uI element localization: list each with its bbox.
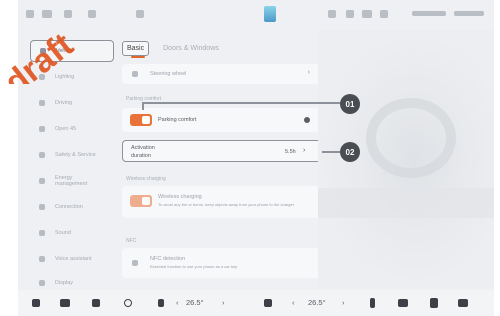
sidebar-item-safety[interactable]: Safety & Service [30, 144, 114, 166]
menu-icon[interactable] [26, 10, 34, 18]
sidebar-item-lighting[interactable]: Lighting [30, 66, 114, 88]
sidebar-item-label: Open 45 [55, 126, 77, 132]
chevron-right-icon: › [307, 69, 310, 76]
display-icon [39, 280, 45, 286]
media-icon[interactable] [398, 299, 408, 307]
steering-wheel-graphic [366, 98, 456, 178]
profile-icon[interactable] [64, 10, 72, 18]
microphone-icon [39, 256, 45, 262]
dashboard-graphic [318, 188, 494, 218]
temp-increase-right-icon[interactable]: › [342, 298, 345, 307]
activation-label-line2: duration [131, 153, 151, 159]
settings-tabs: Basic Doors & Windows [122, 38, 233, 58]
callout-02-line [322, 151, 340, 153]
activation-duration-label: Activation duration [131, 144, 155, 160]
car-icon[interactable] [60, 299, 70, 307]
sidebar-item-energy[interactable]: Energy management [30, 170, 114, 192]
bulb-icon [39, 74, 45, 80]
sidebar-item-label: Lighting [55, 74, 75, 80]
battery-icon [362, 10, 372, 18]
link-icon [39, 204, 45, 210]
app-logo-icon [264, 6, 276, 22]
signal-icon [42, 10, 52, 18]
temperature-right: 26.5° [308, 298, 326, 307]
phone-icon[interactable] [158, 299, 164, 307]
wireless-charging-label: Wireless charging [158, 194, 202, 200]
steering-icon [39, 100, 45, 106]
temperature-left: 26.5° [186, 298, 204, 307]
toggle-knob [142, 116, 150, 124]
pin-icon [39, 126, 45, 132]
apps-icon[interactable] [458, 299, 468, 307]
shield-icon [39, 152, 45, 158]
nfc-icon [132, 260, 138, 266]
info-icon[interactable] [304, 117, 310, 123]
clock-text-icon [454, 11, 484, 16]
tab-doors-windows[interactable]: Doors & Windows [159, 42, 223, 55]
wireless-section-title: Wireless charging [126, 176, 166, 182]
nfc-section-title: NFC [126, 238, 137, 244]
activation-label-line1: Activation [131, 145, 155, 151]
wireless-charging-toggle[interactable] [130, 195, 152, 207]
sidebar-item-label: Display [55, 280, 74, 286]
sidebar-item-label: Voice assistant [55, 256, 92, 262]
steering-wheel-row[interactable]: Steering wheel › [122, 64, 322, 84]
nfc-detection-row[interactable]: NFC detection Essential function to use … [122, 248, 322, 278]
wireless-charging-description: To avoid any fire or burns, keep objects… [158, 202, 295, 207]
energy-icon [39, 178, 45, 184]
parking-comfort-row: Parking comfort [122, 108, 322, 132]
chevron-right-icon: › [303, 147, 306, 154]
sidebar-item-label: Safety & Service [55, 152, 96, 158]
climate-icon[interactable] [124, 299, 132, 307]
notification-icon [346, 10, 354, 18]
car-settings-screen: Vehicle Lighting Driving Open 45 Safety … [18, 0, 494, 316]
callout-02-badge: 02 [340, 142, 360, 162]
sidebar-item-connection[interactable]: Connection [30, 196, 114, 218]
parking-comfort-toggle[interactable] [130, 114, 152, 126]
temp-decrease-left-icon[interactable]: ‹ [176, 298, 179, 307]
active-tab-indicator [131, 56, 145, 58]
sidebar-item-driving[interactable]: Driving [30, 92, 114, 114]
wifi-icon [88, 10, 96, 18]
bluetooth-icon [328, 10, 336, 18]
fan-icon[interactable] [264, 299, 272, 307]
music-icon[interactable] [430, 298, 438, 308]
callout-01-line [142, 102, 340, 104]
settings-content: Steering wheel › Parking comfort Parking… [122, 62, 322, 290]
temp-increase-left-icon[interactable]: › [222, 298, 225, 307]
nfc-detection-label: NFC detection [150, 256, 186, 262]
home-icon[interactable] [32, 299, 40, 307]
activation-duration-value: 5.5h [285, 149, 296, 155]
temp-decrease-right-icon[interactable]: ‹ [292, 298, 295, 307]
toggle-knob [142, 197, 150, 205]
sidebar-item-label: Vehicle [56, 48, 74, 54]
sidebar-item-voice[interactable]: Voice assistant [30, 248, 114, 270]
speaker-icon [39, 230, 45, 236]
settings-sidebar: Vehicle Lighting Driving Open 45 Safety … [18, 32, 124, 290]
parking-comfort-label: Parking comfort [158, 117, 197, 123]
sidebar-item-label: Driving [55, 100, 73, 106]
sidebar-item-sound[interactable]: Sound [30, 222, 114, 244]
tab-basic[interactable]: Basic [122, 40, 150, 56]
seat-icon[interactable] [92, 299, 100, 307]
activation-duration-row[interactable]: Activation duration 5.5h › [122, 140, 322, 162]
status-bar [18, 0, 494, 32]
seat-heat-icon[interactable] [370, 298, 375, 308]
status-text-icon [412, 11, 446, 16]
callout-01-badge: 01 [340, 94, 360, 114]
sidebar-item-label: Connection [55, 204, 83, 210]
lock-icon[interactable] [136, 10, 144, 18]
steering-icon [132, 71, 138, 77]
bottom-dock: ‹ 26.5° › ‹ 26.5° › [18, 290, 494, 316]
nfc-detection-description: Essential function to use your phone as … [150, 264, 238, 269]
location-icon [380, 10, 388, 18]
sidebar-item-label: Sound [55, 230, 71, 236]
car-icon [40, 48, 46, 54]
wireless-charging-row: Wireless charging To avoid any fire or b… [122, 186, 322, 218]
sidebar-item-label: Energy management [55, 175, 88, 187]
steering-wheel-label: Steering wheel [150, 71, 187, 77]
sidebar-item-vehicle[interactable]: Vehicle [30, 40, 114, 62]
sidebar-item-open[interactable]: Open 45 [30, 118, 114, 140]
